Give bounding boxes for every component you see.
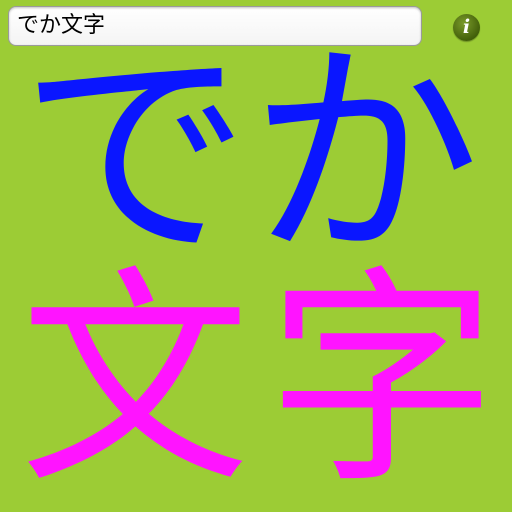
- big-char-ji: 字: [266, 248, 497, 512]
- big-char-bun: 文: [19, 248, 250, 512]
- app-canvas: でか文字 i で か 文 字: [0, 0, 512, 512]
- big-char-de: で: [19, 22, 250, 289]
- big-char-ka: か: [249, 22, 480, 289]
